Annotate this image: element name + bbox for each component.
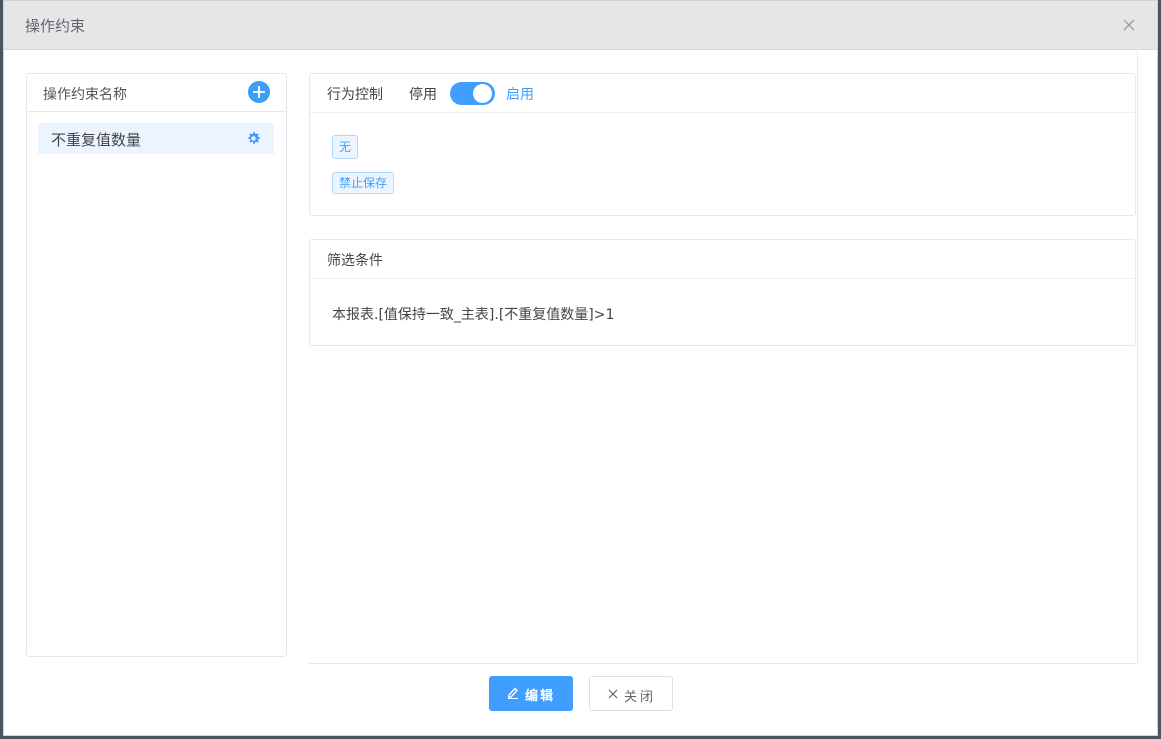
behavior-control-card: 行为控制 停用 启用 无 禁止保存: [309, 73, 1136, 216]
constraint-dialog: 操作约束 操作约束名称 不重复值数量 行为控制 停用 启用 无 禁止保存 筛选条…: [3, 0, 1158, 736]
enable-toggle[interactable]: [450, 82, 495, 105]
constraint-list-panel: 操作约束名称 不重复值数量: [26, 73, 287, 657]
constraint-item-label: 不重复值数量: [51, 131, 142, 149]
toggle-knob: [473, 84, 492, 103]
x-icon: [608, 689, 618, 699]
behavior-control-title: 行为控制: [327, 87, 383, 103]
tag-none: 无: [332, 135, 359, 159]
constraint-list-title: 操作约束名称: [43, 87, 127, 103]
close-button[interactable]: 关闭: [589, 676, 673, 711]
filter-condition-header: 筛选条件: [310, 240, 1135, 279]
switch-off-label: 停用: [409, 87, 437, 103]
gear-icon[interactable]: [246, 131, 261, 146]
filter-condition-card: 筛选条件 本报表.[值保持一致_主表].[不重复值数量]>1: [309, 239, 1136, 346]
footer-divider: [309, 663, 1138, 664]
behavior-control-header: 行为控制 停用 启用: [310, 74, 1135, 113]
edit-button-label: 编辑: [525, 689, 556, 704]
constraint-list-item[interactable]: 不重复值数量: [38, 123, 274, 154]
switch-on-label: 启用: [506, 87, 534, 103]
plus-circle-icon[interactable]: [248, 81, 270, 103]
close-button-label: 关闭: [624, 690, 657, 705]
pencil-icon: [507, 687, 518, 699]
edit-button[interactable]: 编辑: [489, 676, 573, 711]
dialog-header: 操作约束: [4, 1, 1157, 50]
close-icon[interactable]: [1121, 17, 1137, 33]
filter-condition-title: 筛选条件: [327, 253, 383, 269]
constraint-list-header: 操作约束名称: [27, 74, 286, 112]
tag-forbid-save: 禁止保存: [332, 172, 395, 194]
dialog-title: 操作约束: [25, 17, 86, 35]
filter-condition-expression: 本报表.[值保持一致_主表].[不重复值数量]>1: [332, 307, 615, 323]
